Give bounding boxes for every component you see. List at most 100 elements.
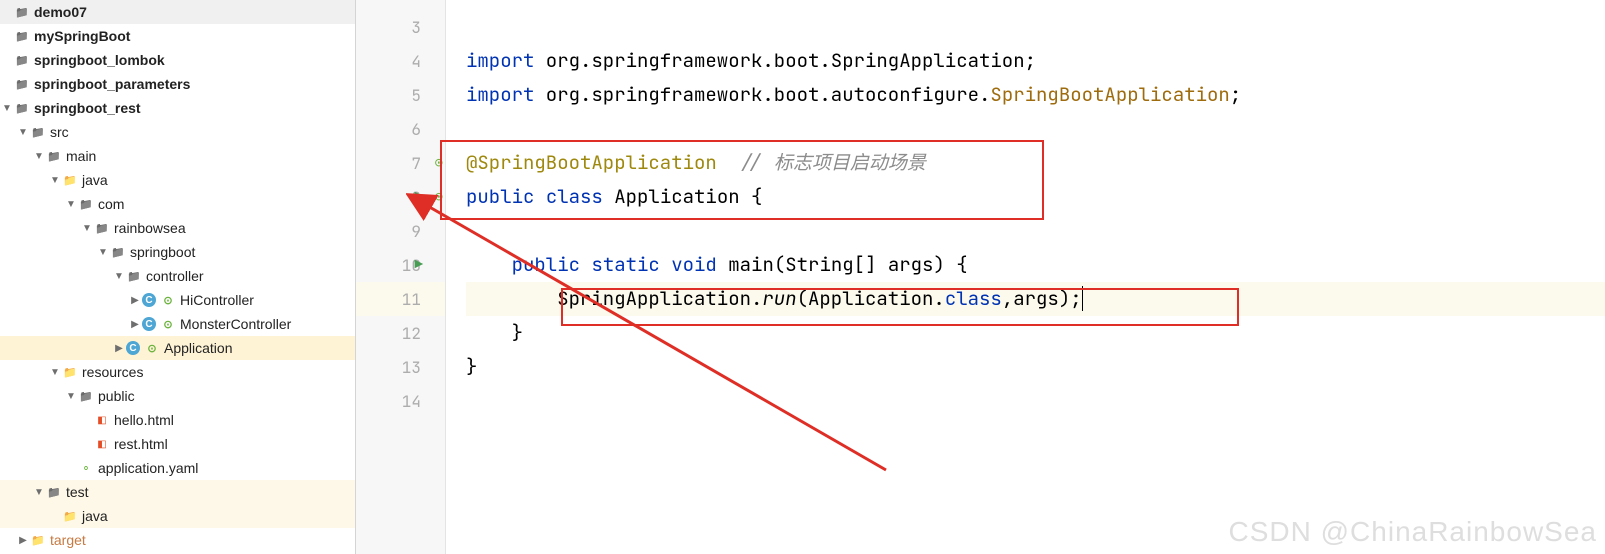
folder-icon	[78, 196, 94, 212]
tree-item-rest-html[interactable]: rest.html	[0, 432, 355, 456]
spring-icon	[160, 316, 176, 332]
expand-arrow-icon[interactable]	[64, 391, 78, 402]
spring-icon	[144, 340, 160, 356]
gutter-line[interactable]: 9	[356, 214, 445, 248]
expand-arrow-icon[interactable]	[0, 103, 14, 114]
tree-item-label: springboot_parameters	[34, 76, 190, 92]
tree-item-target[interactable]: target	[0, 528, 355, 552]
class-icon	[126, 341, 140, 355]
code-line	[466, 112, 1605, 146]
expand-arrow-icon[interactable]	[48, 367, 62, 378]
tree-item-hicontroller[interactable]: HiController	[0, 288, 355, 312]
tree-item-springboot[interactable]: springboot	[0, 240, 355, 264]
code-line: }	[466, 316, 1605, 350]
code-line: import org.springframework.boot.SpringAp…	[466, 44, 1605, 78]
expand-arrow-icon[interactable]	[32, 487, 46, 498]
tree-item-src[interactable]: src	[0, 120, 355, 144]
code-line: public class Application {	[466, 180, 1605, 214]
gutter-line[interactable]: 10	[356, 248, 445, 282]
tree-item-label: Application	[164, 340, 233, 356]
tree-item-hello-html[interactable]: hello.html	[0, 408, 355, 432]
gutter: 34567⊙8⊙91011121314	[356, 0, 446, 554]
yaml-icon	[78, 460, 94, 476]
tree-item-application-yaml[interactable]: application.yaml	[0, 456, 355, 480]
tree-item-springboot-rest[interactable]: springboot_rest	[0, 96, 355, 120]
expand-arrow-icon[interactable]	[80, 223, 94, 234]
expand-arrow-icon[interactable]	[48, 175, 62, 186]
code-line: SpringApplication.run(Application.class,…	[466, 282, 1605, 316]
tree-item-label: rest.html	[114, 436, 168, 452]
tree-item-label: com	[98, 196, 124, 212]
folder-icon	[126, 268, 142, 284]
tree-item-monstercontroller[interactable]: MonsterController	[0, 312, 355, 336]
tree-item-java[interactable]: java	[0, 168, 355, 192]
expand-arrow-icon[interactable]	[112, 343, 126, 354]
expand-arrow-icon[interactable]	[96, 247, 110, 258]
folder-icon	[30, 124, 46, 140]
tree-item-label: main	[66, 148, 96, 164]
folder-icon	[94, 220, 110, 236]
folder-icon	[14, 76, 30, 92]
expand-arrow-icon[interactable]	[16, 127, 30, 138]
tree-item-label: hello.html	[114, 412, 174, 428]
folder-icon	[14, 100, 30, 116]
code-editor[interactable]: 34567⊙8⊙91011121314 import org.springfra…	[356, 0, 1605, 554]
gutter-line[interactable]: 14	[356, 384, 445, 418]
tree-item-public[interactable]: public	[0, 384, 355, 408]
gutter-line[interactable]: 4	[356, 44, 445, 78]
gutter-line[interactable]: 11	[356, 282, 445, 316]
tree-item-resources[interactable]: resources	[0, 360, 355, 384]
gutter-line[interactable]: 7⊙	[356, 146, 445, 180]
class-icon	[142, 293, 156, 307]
tree-item-springboot-parameters[interactable]: springboot_parameters	[0, 72, 355, 96]
spring-gutter-icon[interactable]: ⊙	[435, 188, 443, 206]
tree-item-label: resources	[82, 364, 143, 380]
code-line	[466, 384, 1605, 418]
tree-item-label: MonsterController	[180, 316, 291, 332]
tree-item-java[interactable]: java	[0, 504, 355, 528]
expand-arrow-icon[interactable]	[128, 319, 142, 330]
run-gutter-icon[interactable]	[415, 256, 423, 274]
folder-icon	[110, 244, 126, 260]
folder-green-icon	[62, 508, 78, 524]
tree-item-demo07[interactable]: demo07	[0, 0, 355, 24]
tree-item-com[interactable]: com	[0, 192, 355, 216]
tree-item-application[interactable]: Application	[0, 336, 355, 360]
expand-arrow-icon[interactable]	[128, 295, 142, 306]
tree-item-springboot-lombok[interactable]: springboot_lombok	[0, 48, 355, 72]
spring-gutter-icon[interactable]: ⊙	[435, 154, 443, 172]
tree-item-label: public	[98, 388, 135, 404]
tree-item-label: controller	[146, 268, 204, 284]
class-icon	[142, 317, 156, 331]
folder-orange-icon	[30, 532, 46, 548]
run-gutter-icon[interactable]	[415, 188, 423, 206]
expand-arrow-icon[interactable]	[32, 151, 46, 162]
folder-icon	[46, 148, 62, 164]
tree-item-main[interactable]: main	[0, 144, 355, 168]
tree-item-test[interactable]: test	[0, 480, 355, 504]
tree-item-label: target	[50, 532, 86, 548]
gutter-line[interactable]: 13	[356, 350, 445, 384]
expand-arrow-icon[interactable]	[112, 271, 126, 282]
gutter-line[interactable]: 5	[356, 78, 445, 112]
folder-icon	[14, 28, 30, 44]
tree-item-label: test	[66, 484, 89, 500]
tree-item-controller[interactable]: controller	[0, 264, 355, 288]
tree-item-rainbowsea[interactable]: rainbowsea	[0, 216, 355, 240]
folder-icon	[46, 484, 62, 500]
tree-item-label: springboot_lombok	[34, 52, 165, 68]
expand-arrow-icon[interactable]	[64, 199, 78, 210]
tree-item-label: java	[82, 172, 108, 188]
tree-item-label: springboot_rest	[34, 100, 141, 116]
tree-item-myspringboot[interactable]: mySpringBoot	[0, 24, 355, 48]
gutter-line[interactable]: 8⊙	[356, 180, 445, 214]
project-tree[interactable]: demo07 mySpringBoot springboot_lomboksprin…	[0, 0, 356, 554]
code-area[interactable]: import org.springframework.boot.SpringAp…	[446, 0, 1605, 554]
expand-arrow-icon[interactable]	[16, 535, 30, 546]
tree-item-label: src	[50, 124, 69, 140]
tree-item-label: mySpringBoot	[34, 28, 130, 44]
gutter-line[interactable]: 3	[356, 10, 445, 44]
gutter-line[interactable]: 12	[356, 316, 445, 350]
folder-icon	[14, 52, 30, 68]
gutter-line[interactable]: 6	[356, 112, 445, 146]
